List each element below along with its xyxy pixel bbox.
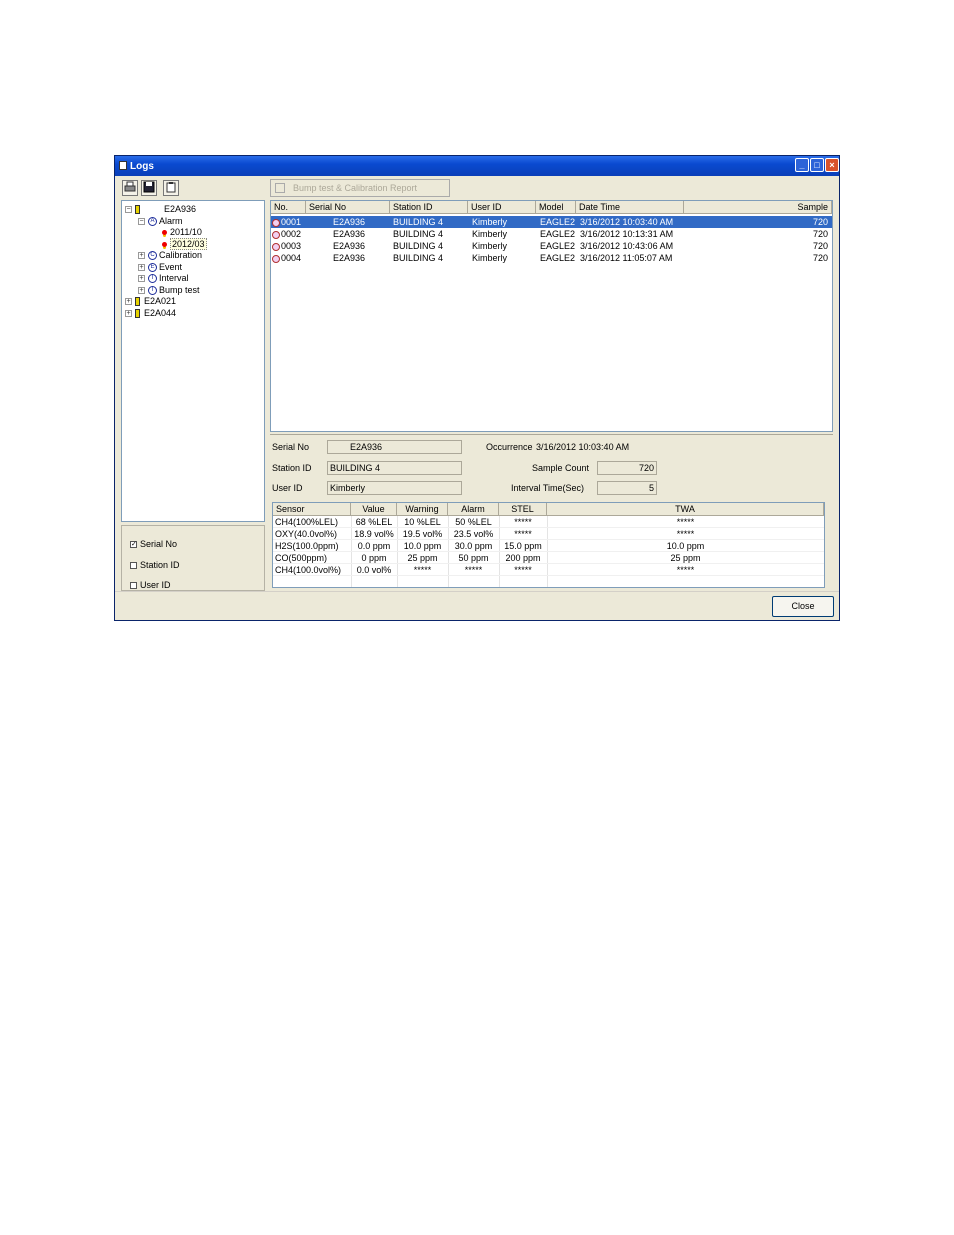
table-row[interactable]: CH4(100.0vol%) 0.0 vol% ***** ***** ****… (273, 564, 824, 576)
bump-calibration-report-button[interactable]: Bump test & Calibration Report (270, 179, 450, 197)
tree-node-device[interactable]: + E2A044 (125, 307, 176, 319)
sample-count-label: Sample Count (532, 463, 590, 473)
table-row[interactable]: 0001 E2A936 BUILDING 4 Kimberly EAGLE2 3… (271, 216, 832, 228)
table-row[interactable]: CO(500ppm) 0 ppm 25 ppm 50 ppm 200 ppm 2… (273, 552, 824, 564)
calibration-category-icon: C (148, 251, 157, 261)
column-header-value[interactable]: Value (351, 503, 397, 516)
clipboard-button[interactable] (163, 180, 179, 196)
table-row[interactable]: OXY(40.0vol%) 18.9 vol% 19.5 vol% 23.5 v… (273, 528, 824, 540)
floppy-icon (143, 181, 155, 193)
table-row[interactable]: 0002 E2A936 BUILDING 4 Kimberly EAGLE2 3… (271, 228, 832, 240)
occurrence-label: Occurrence (486, 442, 533, 452)
save-button[interactable] (141, 180, 157, 196)
expand-icon[interactable]: + (125, 298, 132, 306)
alarm-record-icon (272, 218, 280, 227)
alarm-record-icon (272, 230, 280, 239)
filter-station-id[interactable]: Station ID (130, 559, 180, 571)
tree-node-calibration[interactable]: + C Calibration (138, 249, 202, 261)
column-header-twa[interactable]: TWA (547, 503, 824, 516)
bump-test-category-icon: T (148, 286, 157, 296)
column-header-sensor[interactable]: Sensor (273, 503, 351, 516)
printer-icon (124, 181, 136, 192)
user-id-field: Kimberly (327, 481, 462, 495)
column-header-model[interactable]: Model (536, 201, 576, 214)
expand-icon[interactable]: + (138, 287, 145, 295)
serial-no-label: Serial No (272, 442, 310, 452)
interval-time-label: Interval Time(Sec) (511, 483, 585, 493)
sensor-table[interactable]: Sensor Value Warning Alarm STEL TWA CH4(… (272, 502, 825, 588)
collapse-icon[interactable]: − (138, 218, 145, 226)
device-icon (135, 205, 140, 215)
filter-serial-no[interactable]: ✓ Serial No (130, 538, 177, 550)
filter-panel: ✓ Serial No Station ID User ID (121, 525, 265, 591)
interval-category-icon: I (148, 274, 157, 284)
filter-user-id[interactable]: User ID (130, 579, 171, 591)
alarm-dot-icon (162, 230, 167, 236)
column-header-no[interactable]: No. (271, 201, 306, 214)
tree-node-interval[interactable]: + I Interval (138, 272, 189, 284)
station-id-field: BUILDING 4 (327, 461, 462, 475)
app-icon (119, 161, 127, 170)
details-panel: Serial No E2A936 Occurrence 3/16/2012 10… (270, 434, 833, 589)
close-window-button[interactable]: × (825, 158, 839, 172)
table-row[interactable]: H2S(100.0ppm) 0.0 ppm 10.0 ppm 30.0 ppm … (273, 540, 824, 552)
tree-node-month[interactable]: 2011/10 (162, 226, 202, 238)
tree-node-device[interactable]: − E2A936 (125, 203, 196, 215)
clipboard-icon (166, 182, 176, 193)
device-tree[interactable]: − E2A936 − A Alarm 2011/10 2012/03 + C Calibr… (121, 200, 265, 522)
expand-icon[interactable]: + (138, 264, 145, 272)
report-button-label: Bump test & Calibration Report (293, 183, 418, 193)
print-button[interactable] (122, 180, 138, 196)
title-bar[interactable]: Logs _ □ × (115, 156, 839, 176)
tree-node-device[interactable]: + E2A021 (125, 295, 176, 307)
table-row[interactable]: 0004 E2A936 BUILDING 4 Kimberly EAGLE2 3… (271, 252, 832, 264)
device-icon (135, 309, 140, 319)
checkbox[interactable] (130, 562, 137, 570)
occurrence-value: 3/16/2012 10:03:40 AM (536, 442, 630, 452)
sample-count-field: 720 (597, 461, 657, 475)
user-id-label: User ID (272, 483, 303, 493)
close-button[interactable]: Close (772, 596, 834, 617)
checkbox-checked[interactable]: ✓ (130, 541, 137, 549)
device-icon (135, 297, 140, 307)
log-list[interactable]: No. Serial No Station ID User ID Model D… (270, 200, 833, 432)
station-id-label: Station ID (272, 463, 312, 473)
alarm-record-icon (272, 242, 280, 251)
table-row[interactable]: 0003 E2A936 BUILDING 4 Kimberly EAGLE2 3… (271, 240, 832, 252)
maximize-button[interactable]: □ (810, 158, 824, 172)
column-header-datetime[interactable]: Date Time (576, 201, 684, 214)
serial-no-field: E2A936 (327, 440, 462, 454)
expand-icon[interactable]: + (125, 310, 132, 318)
column-header-user[interactable]: User ID (468, 201, 536, 214)
column-header-warning[interactable]: Warning (397, 503, 448, 516)
table-row[interactable]: CH4(100%LEL) 68 %LEL 10 %LEL 50 %LEL ***… (273, 516, 824, 528)
column-header-stel[interactable]: STEL (499, 503, 547, 516)
interval-time-field: 5 (597, 481, 657, 495)
column-header-sample[interactable]: Sample (684, 201, 832, 214)
alarm-category-icon: A (148, 217, 157, 227)
alarm-record-icon (272, 254, 280, 263)
logs-window: Logs _ □ × Bump test & Calibration Repor… (114, 155, 840, 621)
event-category-icon: E (148, 263, 157, 273)
alarm-dot-icon (162, 242, 167, 248)
column-header-alarm[interactable]: Alarm (448, 503, 499, 516)
footer-divider (115, 591, 839, 592)
printer-icon (275, 183, 285, 193)
column-header-station[interactable]: Station ID (390, 201, 468, 214)
collapse-icon[interactable]: − (125, 206, 132, 214)
checkbox[interactable] (130, 582, 137, 590)
expand-icon[interactable]: + (138, 275, 145, 283)
expand-icon[interactable]: + (138, 252, 145, 260)
column-header-serial[interactable]: Serial No (306, 201, 390, 214)
window-title: Logs (130, 161, 154, 172)
minimize-button[interactable]: _ (795, 158, 809, 172)
